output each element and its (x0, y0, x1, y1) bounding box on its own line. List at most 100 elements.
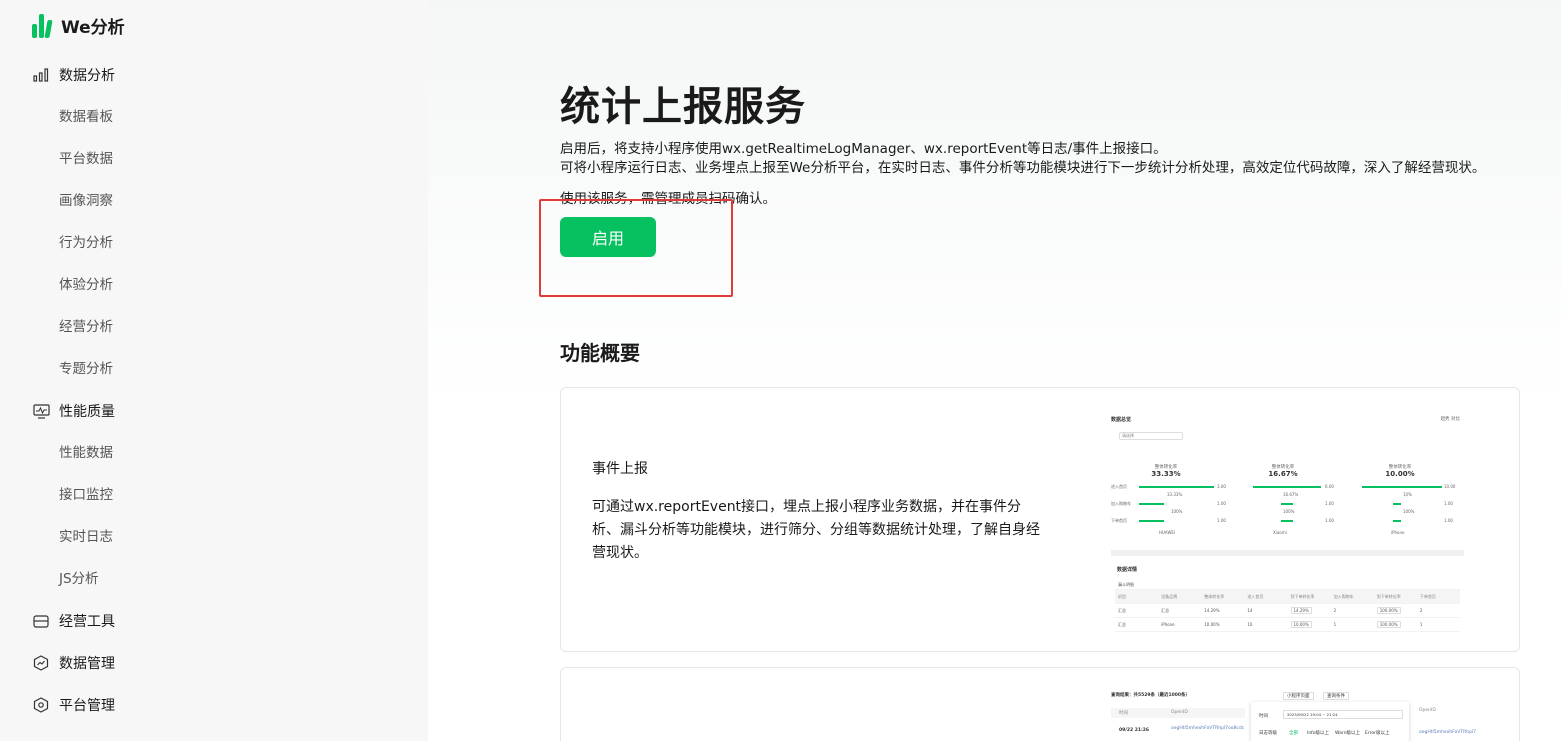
description-line-2: 可将小程序运行日志、业务埋点上报至We分析平台，在实时日志、事件分析等功能模块进… (560, 160, 1486, 176)
thumb2-title: 查询结果：共5529条（最近1000条） (1111, 693, 1191, 698)
thumb2-level: 全部 (1289, 731, 1298, 736)
sidebar-group-platform-management[interactable]: 平台管理 (32, 693, 115, 717)
funnel-column: 整体转化率 33.33% (1111, 464, 1221, 478)
funnel-row-label: 下单首页 (1111, 518, 1127, 523)
thumb-table-title: 数据详情 (1117, 567, 1138, 573)
feature-description: 可通过wx.reportEvent接口，埋点上报小程序业务数据，并在事件分析、漏… (592, 499, 1040, 561)
funnel-device-name: iPhone (1391, 530, 1405, 535)
thumb2-level: Warn级以上 (1335, 731, 1361, 736)
th: 下单首页 (1419, 593, 1436, 599)
td: 10 (1247, 622, 1253, 627)
thumb-divider (1111, 550, 1464, 556)
feature-screenshot: 查询结果：共5529条（最近1000条） 小程序页面 查询条件 时间 OpenI… (1111, 686, 1476, 741)
thumb2-tab: 小程序页面 (1283, 692, 1314, 700)
funnel-col-value: 16.67% (1268, 470, 1298, 478)
funnel-bar (1139, 503, 1164, 505)
feature-card-realtime-log: 查询结果：共5529条（最近1000条） 小程序页面 查询条件 时间 OpenI… (560, 667, 1520, 741)
sidebar-item-realtime-log[interactable]: 实时日志 (59, 527, 113, 547)
thumb-tabs: 趋势 对比 (1440, 417, 1460, 422)
funnel-col-value: 33.33% (1151, 470, 1181, 478)
td: 1 (1333, 622, 1337, 627)
td: 1 (1419, 622, 1423, 627)
thumb-table-row: 汇总 汇总 14.29% 14 14.29% 2 100.00% 2 (1115, 604, 1460, 618)
page-title: 统计上报服务 (560, 84, 806, 130)
store-icon (32, 612, 50, 630)
thumb2-level: Info级以上 (1307, 731, 1330, 736)
thumb2-cell: 09/22 21:26 (1119, 728, 1150, 733)
thumb-table-sub-label: 漏斗明细 (1118, 581, 1134, 587)
funnel-pct: 10% (1403, 492, 1412, 497)
td: 14 (1247, 608, 1253, 613)
feature-title: 事件上报 (592, 461, 648, 477)
sidebar-item-topic[interactable]: 专题分析 (59, 359, 113, 379)
main-content: 统计上报服务 启用后，将支持小程序使用wx.getRealtimeLogMana… (428, 0, 1561, 741)
logo[interactable]: We分析 (32, 13, 125, 38)
section-title: 功能概要 (560, 341, 640, 365)
sidebar-group-label: 数据管理 (59, 656, 115, 672)
sidebar-item-business[interactable]: 经营分析 (59, 317, 113, 337)
td: 汇总 (1118, 621, 1126, 627)
thumb-title: 数据总览 (1111, 417, 1132, 423)
funnel-count: 1.00 (1217, 518, 1226, 523)
thumb2-filter-label: 时间 (1259, 714, 1268, 719)
th: 整体转化率 (1204, 593, 1225, 599)
td-pill: 14.29% (1290, 607, 1312, 614)
thumb2-filter-label: 日志等级 (1259, 731, 1277, 736)
sidebar-item-dashboard[interactable]: 数据看板 (59, 107, 113, 127)
thumb2-tab: 查询条件 (1323, 692, 1349, 700)
th: 设备品牌 (1161, 593, 1178, 599)
sidebar-group-label: 经营工具 (59, 614, 115, 630)
thumb-select: 请选择 (1119, 432, 1183, 440)
sidebar-group-data-management[interactable]: 数据管理 (32, 651, 115, 675)
thumb-table-sub: 漏斗明细 (1115, 580, 1460, 590)
funnel-count: 1.00 (1325, 501, 1334, 506)
sidebar-group-data-analysis[interactable]: 数据分析 (32, 63, 115, 87)
td: 2 (1333, 608, 1337, 613)
highlight-annotation (539, 199, 733, 297)
thumb2-col: 时间 (1119, 711, 1128, 716)
funnel-bar (1362, 486, 1442, 488)
logo-text: We分析 (61, 18, 125, 38)
funnel-pct: 16.67% (1283, 492, 1299, 497)
td: 汇总 (1118, 607, 1126, 613)
sidebar-group-label: 性能质量 (59, 404, 115, 420)
th: 机型 (1118, 593, 1126, 599)
sidebar-group-label: 数据分析 (59, 68, 115, 84)
feature-screenshot: 数据总览 趋势 对比 请选择 整体转化率 33.33% 整体转化率 16.67%… (1111, 408, 1464, 638)
funnel-pct: 100% (1283, 509, 1295, 514)
sidebar-group-performance[interactable]: 性能质量 (32, 399, 115, 423)
funnel-bar (1139, 520, 1164, 522)
funnel-column: 整体转化率 16.67% (1228, 464, 1338, 478)
feature-card-event-report: 事件上报 可通过wx.reportEvent接口，埋点上报小程序业务数据，并在事… (560, 387, 1520, 652)
sidebar-item-api-monitor[interactable]: 接口监控 (59, 485, 113, 505)
sidebar-group-business-tools[interactable]: 经营工具 (32, 609, 115, 633)
funnel-col-value: 10.00% (1385, 470, 1415, 478)
funnel-bar (1281, 520, 1293, 522)
description-line-1: 启用后，将支持小程序使用wx.getRealtimeLogManager、wx.… (560, 141, 1167, 157)
sidebar-item-behavior[interactable]: 行为分析 (59, 233, 113, 253)
funnel-bar (1281, 503, 1293, 505)
sidebar-item-platform-data[interactable]: 平台数据 (59, 149, 113, 169)
th: 加入购物车 (1333, 593, 1354, 599)
td-pill: 100.00% (1376, 607, 1401, 614)
th: 进入首页 (1247, 593, 1264, 599)
td: 10.00% (1204, 622, 1220, 627)
sidebar-group-label: 平台管理 (59, 698, 115, 714)
thumb2-cell: oegHtl5mhexhFoVTRhpl7oo8cdc (1171, 726, 1245, 731)
th: 到下单转化率 (1290, 593, 1315, 599)
td: 100.00% (1374, 621, 1417, 628)
bar-chart-icon (32, 66, 50, 84)
hexagon-chart-icon (32, 654, 50, 672)
sidebar-item-experience[interactable]: 体验分析 (59, 275, 113, 295)
funnel-count: 1.00 (1444, 501, 1453, 506)
hexagon-gear-icon (32, 696, 50, 714)
funnel-bar (1393, 503, 1401, 505)
funnel-device-name: HUAWEI (1159, 530, 1176, 535)
sidebar-item-js-analysis[interactable]: JS分析 (59, 569, 99, 589)
td: 100.00% (1374, 607, 1417, 614)
sidebar-item-perf-data[interactable]: 性能数据 (59, 443, 113, 463)
funnel-count: 6.00 (1325, 484, 1334, 489)
sidebar-item-portrait[interactable]: 画像洞察 (59, 191, 113, 211)
td: 14.29% (1288, 607, 1331, 614)
td: 汇总 (1161, 607, 1170, 613)
